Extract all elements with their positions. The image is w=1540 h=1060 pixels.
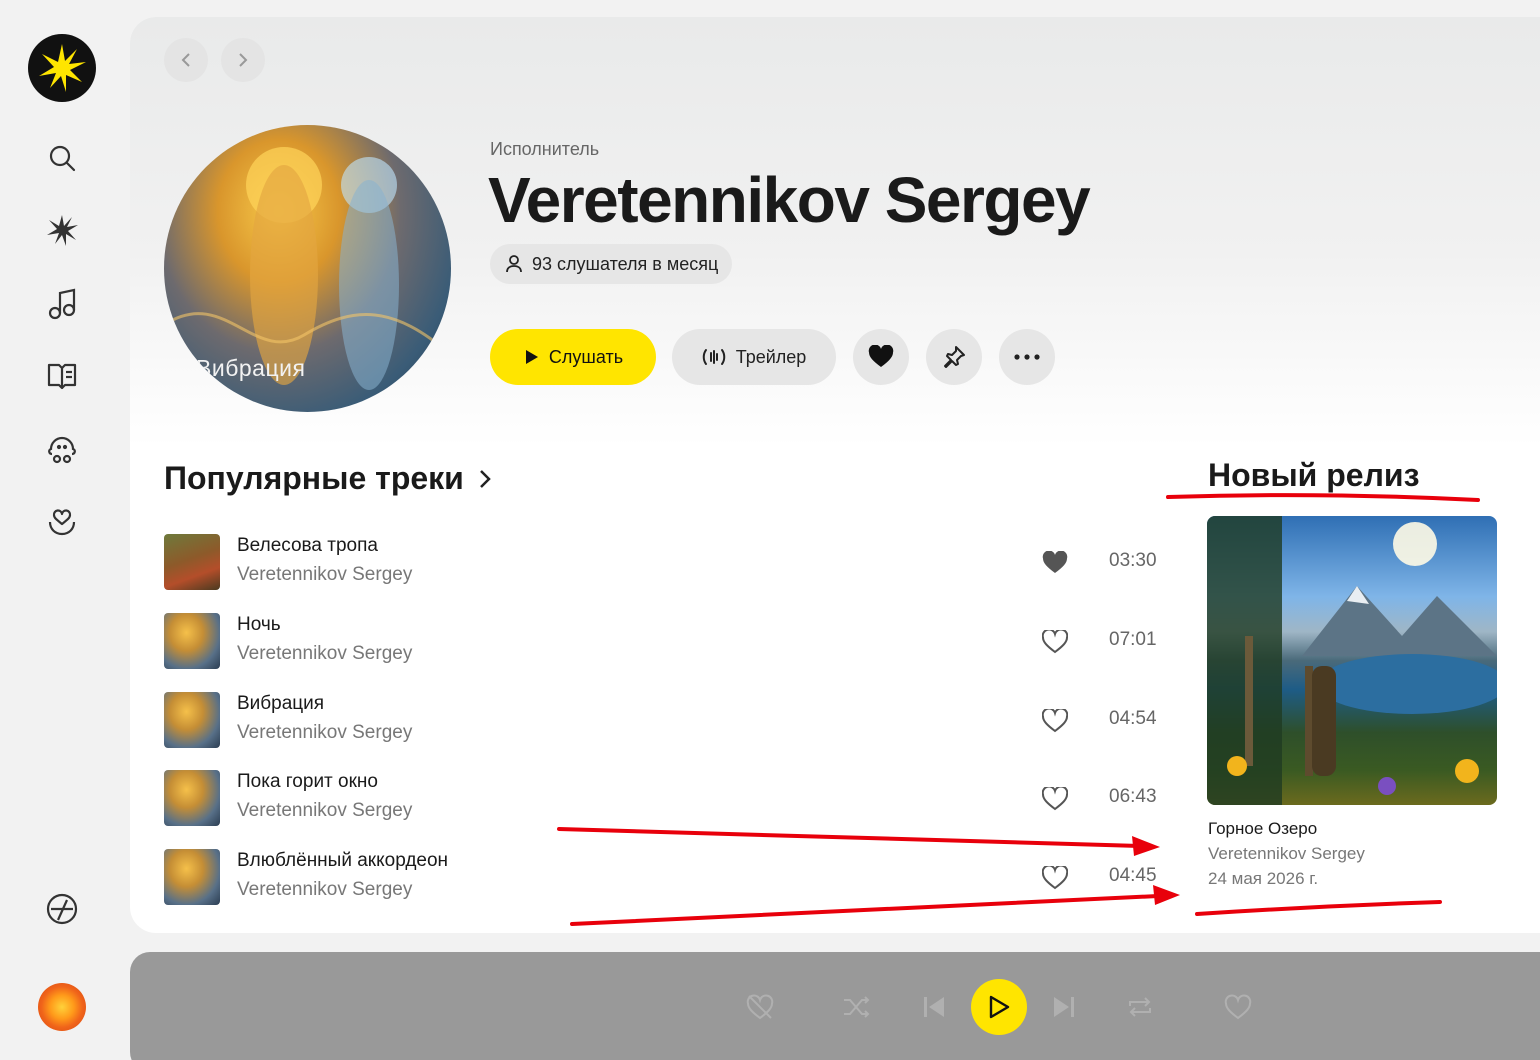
track-title: Пока горит окно: [237, 771, 378, 792]
track-title: Вибрация: [237, 693, 325, 714]
artist-page: Вибрация Исполнитель Veretennikov Sergey…: [130, 17, 1540, 933]
dislike-icon[interactable]: [742, 989, 778, 1025]
artist-kicker: Исполнитель: [490, 139, 600, 159]
forward-button[interactable]: [221, 38, 265, 82]
artist-name: Veretennikov Sergey: [488, 164, 1091, 236]
artist-cover: Вибрация: [164, 125, 451, 412]
search-icon[interactable]: [42, 138, 82, 178]
track-row[interactable]: Вибрация Veretennikov Sergey 04:54: [164, 692, 1164, 758]
listeners-count: 93 слушателя в месяц: [532, 253, 719, 274]
play-icon: [989, 995, 1010, 1019]
track-duration: 07:01: [1109, 629, 1157, 650]
track-row[interactable]: Ночь Veretennikov Sergey 07:01: [164, 613, 1164, 679]
track-duration: 06:43: [1109, 786, 1157, 807]
popular-tracks-title: Популярные треки: [164, 460, 464, 496]
listen-label: Слушать: [548, 346, 624, 367]
repeat-icon[interactable]: [1122, 989, 1158, 1025]
track-cover: [164, 692, 220, 748]
trailer-icon: [702, 349, 725, 365]
track-title: Влюблённый аккордеон: [237, 850, 449, 871]
heart-outline-icon[interactable]: [1040, 706, 1070, 736]
listen-button[interactable]: Слушать: [490, 329, 656, 385]
compass-icon[interactable]: [42, 889, 82, 929]
next-icon[interactable]: [1046, 989, 1082, 1025]
play-pause-button[interactable]: [971, 979, 1027, 1035]
track-cover: [164, 534, 220, 590]
track-title: Ночь: [237, 614, 281, 635]
track-title: Велесова тропа: [237, 535, 378, 556]
trailer-label: Трейлер: [735, 346, 807, 367]
pin-icon: [944, 346, 965, 368]
heart-outline-icon[interactable]: [1040, 863, 1070, 893]
track-duration: 04:54: [1109, 708, 1157, 729]
release-cover[interactable]: [1207, 516, 1497, 805]
chevron-right-icon: [479, 469, 491, 488]
wave-icon[interactable]: [42, 210, 82, 250]
heart-filled-icon: [868, 345, 894, 367]
like-icon[interactable]: [1220, 989, 1256, 1025]
kids-icon[interactable]: [42, 430, 82, 470]
heart-filled-icon[interactable]: [1040, 548, 1070, 578]
track-artist[interactable]: Veretennikov Sergey: [237, 643, 412, 665]
track-artist[interactable]: Veretennikov Sergey: [237, 564, 412, 586]
book-icon[interactable]: [42, 356, 82, 396]
chevron-left-icon: [181, 53, 190, 67]
track-duration: 03:30: [1109, 550, 1157, 571]
more-dots-icon: [1014, 354, 1040, 360]
heart-outline-icon[interactable]: [1040, 784, 1070, 814]
previous-icon[interactable]: [916, 989, 952, 1025]
new-release-title: Новый релиз: [1208, 457, 1420, 493]
person-icon: [506, 255, 522, 273]
chevron-right-icon: [239, 53, 248, 67]
heart-outline-icon[interactable]: [1040, 627, 1070, 657]
track-row[interactable]: Пока горит окно Veretennikov Sergey 06:4…: [164, 770, 1164, 836]
more-button[interactable]: [999, 329, 1055, 385]
track-duration: 04:45: [1109, 865, 1157, 886]
release-artist[interactable]: Veretennikov Sergey: [1208, 844, 1365, 864]
avatar[interactable]: [38, 983, 86, 1031]
logo-star-icon: [39, 44, 86, 92]
trailer-button[interactable]: Трейлер: [672, 329, 836, 385]
track-cover: [164, 849, 220, 905]
release-date: 24 мая 2026 г.: [1208, 869, 1319, 888]
track-cover: [164, 613, 220, 669]
pin-button[interactable]: [926, 329, 982, 385]
popular-tracks-heading[interactable]: Популярные треки: [164, 460, 492, 497]
release-name[interactable]: Горное Озеро: [1208, 819, 1317, 839]
back-button[interactable]: [164, 38, 208, 82]
heart-hands-icon[interactable]: [42, 502, 82, 542]
player-bar: [130, 952, 1540, 1060]
shuffle-icon[interactable]: [838, 989, 874, 1025]
track-artist[interactable]: Veretennikov Sergey: [237, 879, 412, 901]
track-cover: [164, 770, 220, 826]
track-row[interactable]: Влюблённый аккордеон Veretennikov Sergey…: [164, 849, 1164, 915]
listeners-badge: 93 слушателя в месяц: [490, 244, 733, 284]
logo[interactable]: [28, 34, 96, 102]
like-artist-button[interactable]: [853, 329, 909, 385]
track-row[interactable]: Велесова тропа Veretennikov Sergey 03:30: [164, 534, 1164, 600]
music-note-icon[interactable]: [42, 284, 82, 324]
track-artist[interactable]: Veretennikov Sergey: [237, 722, 412, 744]
track-artist[interactable]: Veretennikov Sergey: [237, 800, 412, 822]
cover-caption: Вибрация: [196, 355, 306, 381]
play-icon: [525, 350, 538, 364]
sidebar: [0, 0, 128, 1060]
